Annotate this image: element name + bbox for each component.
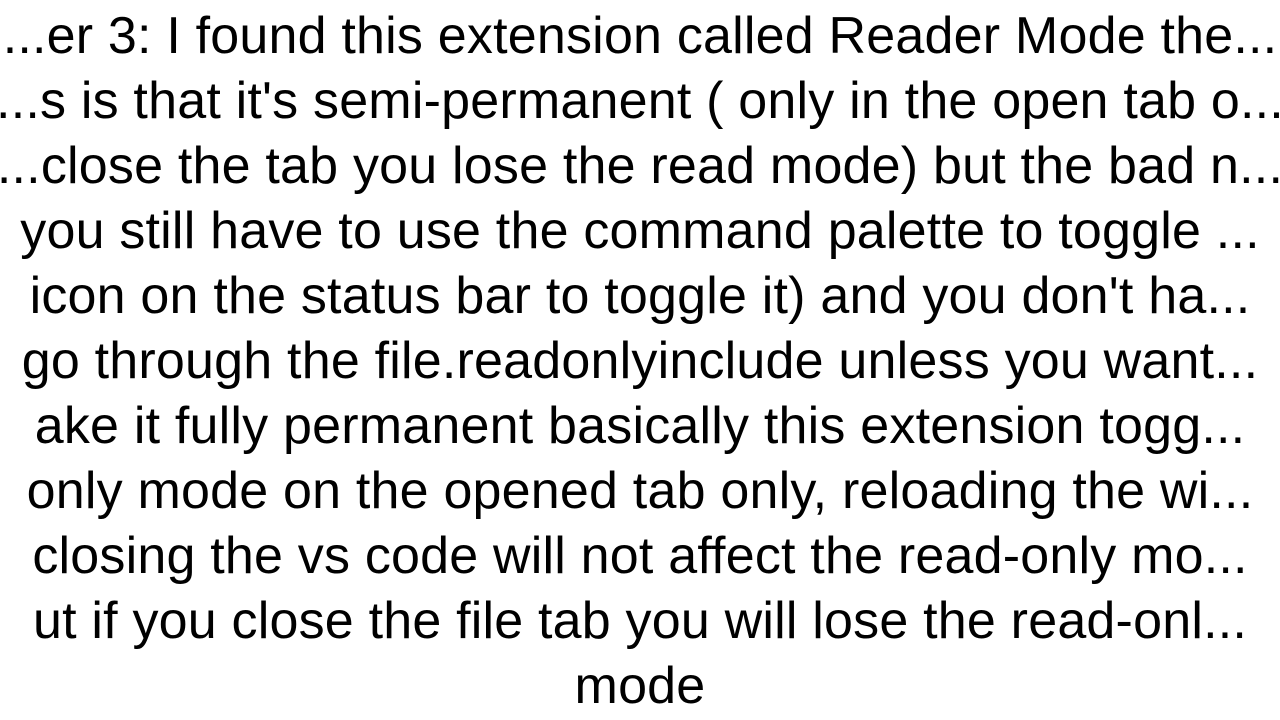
answer-paragraph: ...er 3: I found this extension called R… <box>0 4 1280 719</box>
document-viewport: ...er 3: I found this extension called R… <box>0 0 1280 720</box>
